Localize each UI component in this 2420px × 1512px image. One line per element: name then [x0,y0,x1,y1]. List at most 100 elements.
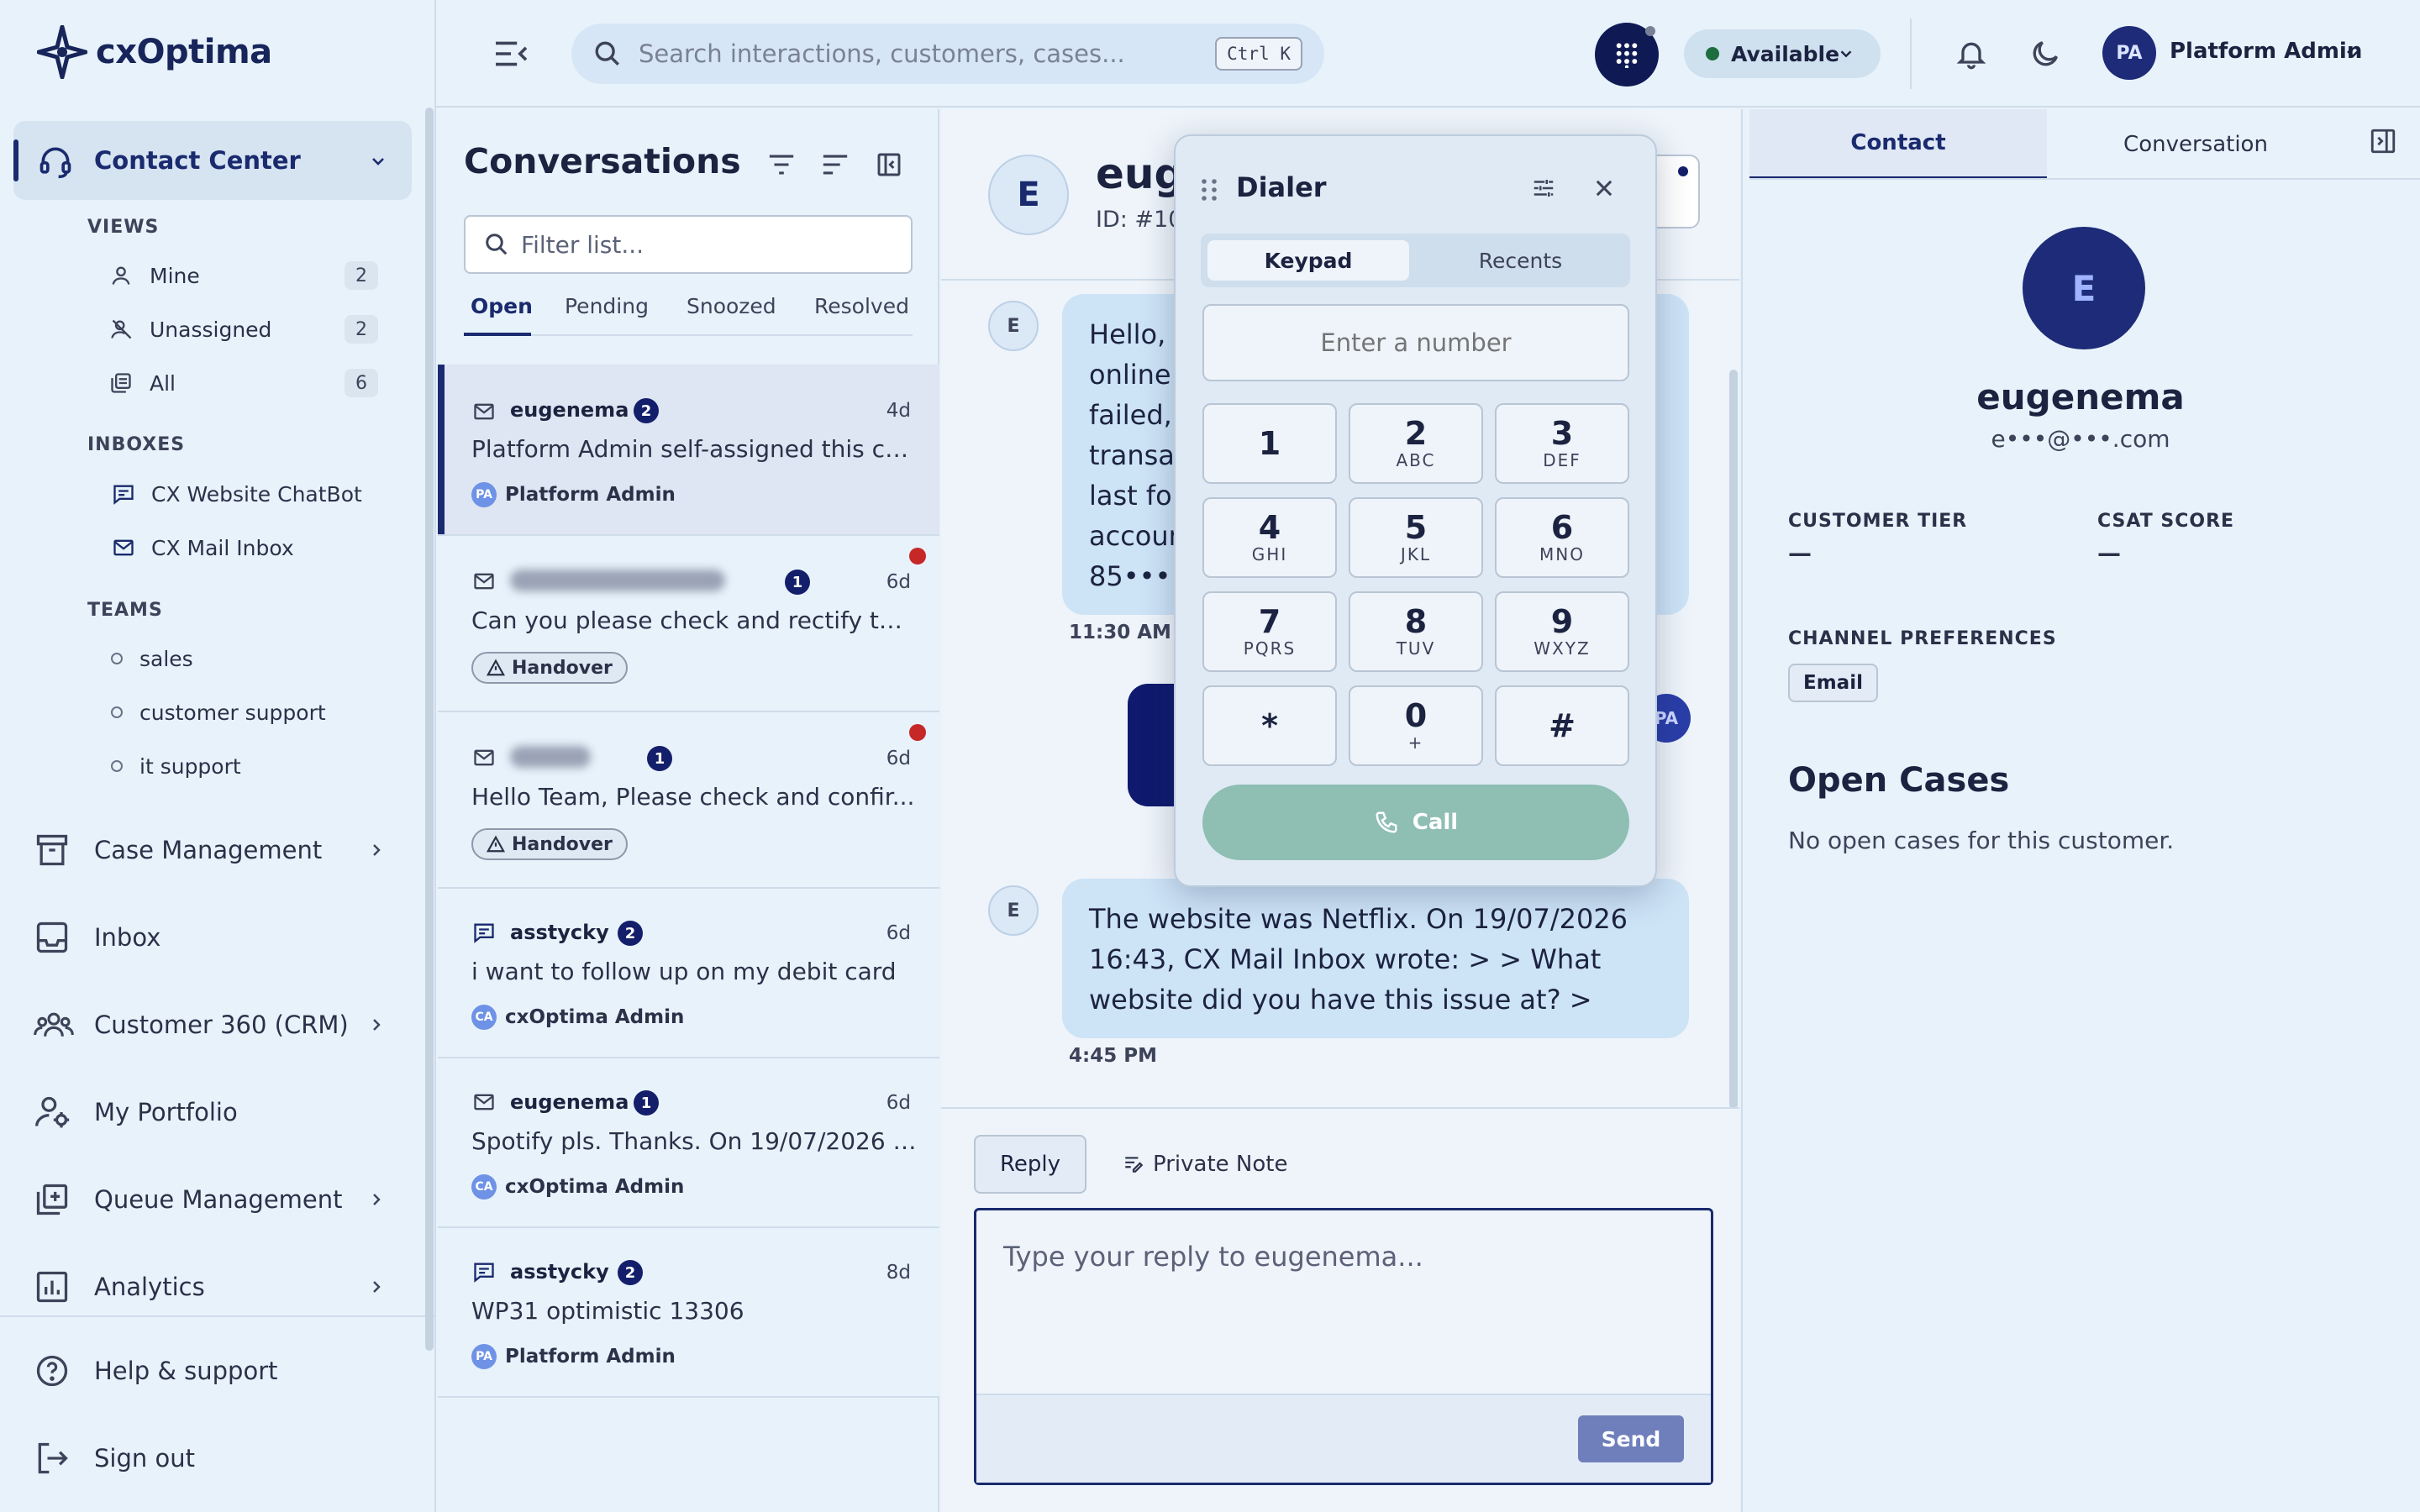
filter-list-input[interactable]: Filter list... [464,215,913,274]
unread-count-badge: 1 [785,570,810,595]
tab-conversation[interactable]: Conversation [2047,109,2344,180]
nav-customer-360[interactable]: Customer 360 (CRM) [34,1000,387,1050]
topbar-divider [1910,18,1912,89]
app-name: cxOptima [96,33,272,71]
team-customer-support[interactable]: customer support [111,696,326,729]
mail-icon [474,573,494,590]
nav-sign-out[interactable]: Sign out [34,1433,387,1483]
key-6[interactable]: 6 MNO [1495,497,1629,578]
stack-icon [111,373,131,393]
conversation-name: eugenema [510,1090,629,1114]
dialer-close-button[interactable] [1587,171,1621,205]
reply-textarea[interactable]: Type your reply to eugenema... Send [974,1208,1713,1485]
nav-case-management[interactable]: Case Management [34,825,387,875]
team-sales[interactable]: sales [111,642,193,675]
key-8[interactable]: 8 TUV [1349,591,1483,672]
filter-button[interactable] [765,148,798,181]
conversation-item[interactable]: eugenema 1 6d Spotify pls. Thanks. On 19… [438,1058,939,1228]
logo-icon [37,25,87,79]
view-unassigned[interactable]: Unassigned 2 [109,312,378,346]
key-star[interactable]: * [1202,685,1337,766]
key-digit: 5 [1404,509,1428,546]
inbox-mail[interactable]: CX Mail Inbox [111,531,294,564]
user-name[interactable]: Platform Admin [2170,39,2362,64]
inbox-chatbot[interactable]: CX Website ChatBot [111,477,362,511]
conversation-item[interactable]: asstycky 2 6d i want to follow up on my … [438,889,939,1058]
conversation-assignee: PA Platform Admin [471,1344,676,1369]
status-dropdown[interactable]: Available [1684,29,1881,78]
private-note-tab[interactable]: Private Note [1123,1135,1287,1194]
key-4[interactable]: 4 GHI [1202,497,1337,578]
nav-analytics[interactable]: Analytics [34,1262,387,1312]
key-2[interactable]: 2 ABC [1349,403,1483,484]
help-icon [36,1355,68,1387]
nav-my-portfolio[interactable]: My Portfolio [34,1087,387,1137]
drag-handle-icon[interactable] [1201,178,1218,202]
call-button[interactable]: Call [1202,785,1629,860]
key-7[interactable]: 7 PQRS [1202,591,1337,672]
key-9[interactable]: 9 WXYZ [1495,591,1629,672]
conversation-item[interactable]: 1 6d Hello Team, Please check and confir… [438,712,939,889]
tab-recents[interactable]: Recents [1418,240,1623,281]
sort-button[interactable] [818,148,852,181]
sort-icon [823,155,848,175]
tab-snoozed[interactable]: Snoozed [687,294,776,318]
key-letters: ABC [1396,450,1436,470]
key-letters: WXYZ [1534,638,1591,659]
collapse-panel-button[interactable] [2366,124,2400,158]
conversation-name: asstycky [510,921,609,944]
nav-label: Analytics [94,1273,205,1301]
key-letters: PQRS [1243,638,1297,659]
key-5[interactable]: 5 JKL [1349,497,1483,578]
notifications-button[interactable] [1951,34,1991,74]
tab-contact[interactable]: Contact [1749,109,2047,180]
key-0[interactable]: 0 + [1349,685,1483,766]
theme-toggle-button[interactable] [2025,34,2065,74]
shortcut-hint: Ctrl K [1215,37,1302,71]
view-all[interactable]: All 6 [109,366,378,400]
key-1[interactable]: 1 [1202,403,1337,484]
tab-keypad[interactable]: Keypad [1207,240,1409,281]
conversations-title: Conversations [464,141,741,181]
chevron-down-icon[interactable] [2343,44,2363,64]
message-avatar: E [988,301,1039,351]
tab-resolved[interactable]: Resolved [814,294,909,318]
nav-help-support[interactable]: Help & support [34,1346,387,1396]
sidebar-scrollbar[interactable] [425,108,434,1351]
csat-score-label: CSAT SCORE [2097,511,2235,532]
reply-tab[interactable]: Reply [974,1135,1086,1194]
app-logo[interactable]: cxOptima [37,25,272,79]
user-avatar[interactable]: PA [2102,26,2156,80]
redacted-name [510,746,591,768]
key-3[interactable]: 3 DEF [1495,403,1629,484]
search-icon [595,41,619,66]
view-label: All [150,370,176,396]
key-letters: + [1407,732,1424,753]
collapse-menu-button[interactable] [491,37,531,71]
dialer-toggle-button[interactable] [1595,23,1659,87]
view-label: Unassigned [150,317,272,342]
tab-open[interactable]: Open [471,294,533,318]
global-search[interactable]: Search interactions, customers, cases...… [571,24,1324,84]
tab-pending[interactable]: Pending [565,294,649,318]
send-button[interactable]: Send [1578,1415,1684,1462]
conversation-item[interactable]: eugenema 2 4d Platform Admin self-assign… [438,365,939,536]
key-digit: * [1261,707,1278,744]
dialer-settings-button[interactable] [1527,171,1560,205]
key-hash[interactable]: # [1495,685,1629,766]
conversation-time: 6d [886,1092,911,1114]
contact-email: e•••@•••.com [1991,425,2170,453]
view-mine[interactable]: Mine 2 [109,259,378,292]
conversation-item[interactable]: 1 6d Can you please check and rectify th… [438,536,939,712]
unread-indicator [909,724,926,741]
nav-queue-management[interactable]: Queue Management [34,1174,387,1225]
toggle-panel-button[interactable] [872,148,906,181]
team-label: it support [139,753,241,779]
chat-scrollbar[interactable] [1729,370,1738,1109]
phone-icon [1376,811,1397,833]
phone-number-input[interactable] [1202,304,1629,381]
team-it-support[interactable]: it support [111,749,241,783]
nav-inbox[interactable]: Inbox [34,912,387,963]
conversation-item[interactable]: asstycky 2 8d WP31 optimistic 13306 PA Pl… [438,1228,939,1398]
nav-contact-center[interactable]: Contact Center [13,121,412,200]
